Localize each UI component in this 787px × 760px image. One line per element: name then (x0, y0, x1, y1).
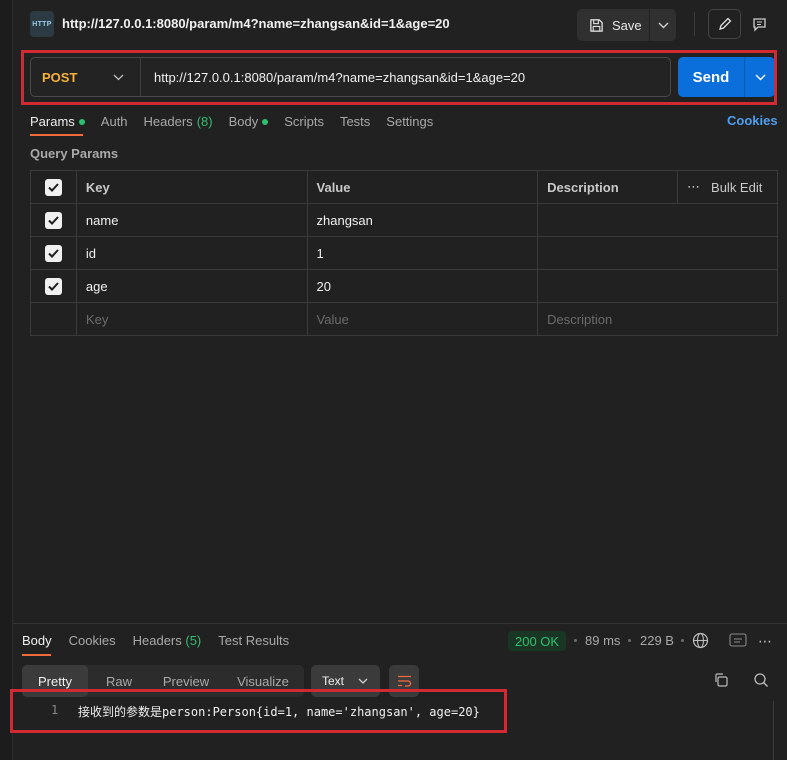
row-checkbox[interactable] (44, 211, 62, 229)
new-description-input[interactable]: Description (537, 302, 778, 336)
separator-dot (681, 639, 684, 642)
save-response-icon[interactable] (729, 633, 747, 650)
save-options-button[interactable] (650, 9, 676, 41)
copy-icon[interactable] (713, 672, 729, 691)
query-params-table: Key Value Description ⋯ Bulk Edit name z… (30, 170, 778, 336)
save-button[interactable]: Save (577, 9, 650, 41)
table-row: name zhangsan (30, 203, 778, 237)
column-description: Description (537, 170, 679, 204)
tab-scripts[interactable]: Scripts (284, 113, 324, 130)
request-title: http://127.0.0.1:8080/param/m4?name=zhan… (62, 16, 450, 31)
tab-test-results[interactable]: Test Results (218, 633, 289, 648)
tab-auth[interactable]: Auth (101, 113, 128, 130)
param-key[interactable]: age (75, 269, 308, 303)
param-key[interactable]: name (75, 203, 308, 237)
cookies-link[interactable]: Cookies (727, 113, 778, 128)
toolbar-divider (694, 12, 695, 36)
table-header-row: Key Value Description ⋯ Bulk Edit (30, 170, 778, 204)
new-param-row: Key Value Description (30, 302, 778, 336)
response-time[interactable]: 89 ms (585, 633, 620, 648)
more-icon: ⋯ (687, 179, 701, 194)
param-key[interactable]: id (75, 236, 308, 270)
param-value[interactable]: zhangsan (306, 203, 539, 237)
column-key: Key (75, 170, 308, 204)
query-params-label: Query Params (30, 146, 119, 161)
tab-params-label: Params (30, 114, 75, 129)
tab-body[interactable]: Body (229, 113, 269, 130)
tab-tests[interactable]: Tests (340, 113, 370, 130)
save-label: Save (612, 17, 642, 33)
search-icon[interactable] (753, 672, 769, 691)
new-key-input[interactable]: Key (75, 302, 308, 336)
column-value: Value (306, 170, 539, 204)
tab-response-headers[interactable]: Headers (5) (133, 633, 202, 648)
param-value[interactable]: 1 (306, 236, 539, 270)
table-row: id 1 (30, 236, 778, 270)
pencil-icon (718, 17, 731, 30)
save-button-group: Save (577, 9, 676, 41)
response-scrollbar[interactable] (773, 701, 787, 760)
response-tabs: Body Cookies Headers (5) Test Results (22, 633, 306, 648)
empty-checkbox-cell (30, 302, 77, 336)
tab-headers-label: Headers (143, 114, 193, 129)
active-tab-indicator (30, 134, 83, 136)
new-value-input[interactable]: Value (306, 302, 539, 336)
chevron-down-icon (358, 678, 368, 684)
select-all-cell (30, 170, 77, 204)
table-row: age 20 (30, 269, 778, 303)
edit-button[interactable] (708, 9, 741, 39)
highlight-box-response (10, 689, 507, 733)
response-headers-label: Headers (132, 633, 182, 648)
bulk-edit-cell: ⋯ Bulk Edit (677, 170, 778, 204)
highlight-box-request (21, 50, 777, 105)
check-icon (48, 248, 59, 258)
save-icon (590, 18, 603, 32)
tab-response-body[interactable]: Body (22, 633, 52, 648)
separator-dot (574, 639, 577, 642)
check-icon (48, 182, 59, 192)
row-checkbox[interactable] (44, 277, 62, 295)
wrap-lines-icon (397, 675, 411, 687)
response-headers-count: (5) (185, 633, 202, 648)
tab-body-label: Body (228, 114, 259, 129)
language-label: Text (322, 674, 345, 688)
active-response-tab-indicator (22, 654, 51, 656)
bulk-edit-button[interactable]: ⋯ Bulk Edit (687, 179, 768, 195)
row-checkbox[interactable] (44, 244, 62, 262)
response-size[interactable]: 229 B (640, 633, 674, 648)
select-all-checkbox[interactable] (44, 178, 62, 196)
param-value[interactable]: 20 (306, 269, 539, 303)
tab-response-cookies[interactable]: Cookies (69, 633, 116, 648)
param-description[interactable] (537, 269, 778, 303)
separator-dot (628, 639, 631, 642)
body-active-dot (262, 118, 269, 125)
left-gutter (0, 0, 13, 760)
globe-icon[interactable] (692, 632, 709, 652)
comments-button[interactable] (744, 9, 774, 39)
comment-icon (752, 17, 766, 32)
bulk-edit-label: Bulk Edit (711, 179, 763, 195)
status-badge[interactable]: 200 OK (508, 631, 567, 651)
params-active-dot (78, 118, 85, 125)
headers-count: (8) (196, 114, 213, 129)
response-divider[interactable] (13, 623, 787, 624)
tab-settings[interactable]: Settings (386, 113, 433, 130)
check-icon (48, 215, 59, 225)
chevron-down-icon (658, 22, 668, 28)
check-icon (48, 281, 59, 291)
tab-headers[interactable]: Headers (8) (144, 113, 213, 130)
tab-params[interactable]: Params (30, 113, 85, 130)
param-description[interactable] (537, 236, 778, 270)
more-options-icon[interactable]: ⋯ (758, 633, 772, 650)
param-description[interactable] (537, 203, 778, 237)
http-request-icon: HTTP (30, 11, 54, 37)
request-tabs: Params Auth Headers (8) Body Scripts Test… (30, 113, 449, 130)
